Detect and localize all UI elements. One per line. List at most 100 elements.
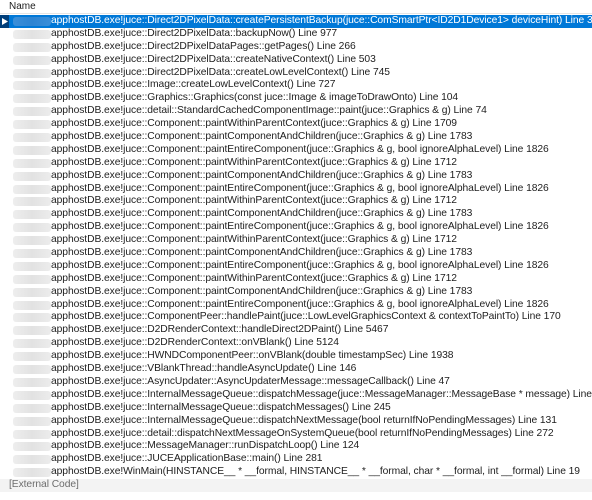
frame-text: apphostDB.exe!juce::Component::paintEnti… [51, 298, 549, 310]
frame-marker-gutter [0, 195, 9, 208]
call-stack-frame[interactable]: apphostDB.exe!juce::VBlankThread::handle… [0, 363, 592, 376]
redacted-module-path [13, 326, 51, 336]
frame-marker-gutter [0, 234, 9, 247]
frame-text: apphostDB.exe!juce::JUCEApplicationBase:… [51, 453, 323, 465]
call-stack-frame[interactable]: apphostDB.exe!juce::Component::paintComp… [0, 170, 592, 183]
current-frame-arrow-icon [0, 15, 9, 28]
frame-marker-gutter [0, 363, 9, 376]
frame-text: apphostDB.exe!juce::D2DRenderContext::ha… [51, 324, 389, 336]
call-stack-frame[interactable]: apphostDB.exe!juce::Component::paintWith… [0, 273, 592, 286]
call-stack-frame[interactable]: apphostDB.exe!juce::Direct2DPixelData::c… [0, 67, 592, 80]
call-stack-frame[interactable]: apphostDB.exe!juce::detail::dispatchNext… [0, 428, 592, 441]
call-stack-frame[interactable]: apphostDB.exe!juce::Direct2DPixelDataPag… [0, 41, 592, 54]
call-stack-frame[interactable]: apphostDB.exe!juce::ComponentPeer::handl… [0, 311, 592, 324]
frame-marker-gutter [0, 131, 9, 144]
frame-text: apphostDB.exe!juce::Component::paintEnti… [51, 182, 549, 194]
call-stack-frame[interactable]: apphostDB.exe!juce::Component::paintComp… [0, 131, 592, 144]
frame-marker-gutter [0, 273, 9, 286]
call-stack-frame[interactable]: apphostDB.exe!juce::Direct2DPixelData::c… [0, 54, 592, 67]
frame-marker-gutter [0, 350, 9, 363]
frame-text: apphostDB.exe!juce::Direct2DPixelData::c… [51, 53, 376, 65]
frame-marker-gutter [0, 389, 9, 402]
frame-marker-gutter [0, 92, 9, 105]
frame-marker-gutter [0, 247, 9, 260]
redacted-module-path [13, 442, 51, 452]
frame-marker-gutter [0, 157, 9, 170]
call-stack-frame[interactable]: apphostDB.exe!juce::MessageManager::runD… [0, 440, 592, 453]
call-stack-frame[interactable]: apphostDB.exe!juce::Component::paintEnti… [0, 299, 592, 312]
frame-text: apphostDB.exe!juce::Direct2DPixelDataPag… [51, 40, 356, 52]
frame-marker-gutter [0, 402, 9, 415]
external-code-frame[interactable]: [External Code] [0, 479, 592, 492]
call-stack-frame[interactable]: apphostDB.exe!juce::Component::paintEnti… [0, 144, 592, 157]
frame-text: apphostDB.exe!juce::InternalMessageQueue… [51, 414, 557, 426]
external-code-label: [External Code] [9, 479, 79, 491]
redacted-module-path [13, 81, 51, 91]
frame-marker-gutter [0, 183, 9, 196]
call-stack-frame[interactable]: apphostDB.exe!juce::Component::paintEnti… [0, 221, 592, 234]
frame-text: apphostDB.exe!juce::Component::paintWith… [51, 234, 457, 246]
call-stack-frame[interactable]: apphostDB.exe!juce::detail::StandardCach… [0, 105, 592, 118]
call-stack-frame[interactable]: apphostDB.exe!juce::InternalMessageQueue… [0, 402, 592, 415]
call-stack-frame[interactable]: apphostDB.exe!juce::InternalMessageQueue… [0, 415, 592, 428]
redacted-module-path [13, 313, 51, 323]
call-stack-frame[interactable]: apphostDB.exe!juce::JUCEApplicationBase:… [0, 453, 592, 466]
frame-text: apphostDB.exe!juce::Component::paintComp… [51, 285, 473, 297]
call-stack-frame[interactable]: apphostDB.exe!juce::Component::paintWith… [0, 157, 592, 170]
frame-text: apphostDB.exe!juce::Component::paintWith… [51, 118, 457, 130]
call-stack-list: apphostDB.exe!juce::Direct2DPixelData::c… [0, 15, 592, 492]
call-stack-frame[interactable]: apphostDB.exe!juce::AsyncUpdater::AsyncU… [0, 376, 592, 389]
frame-marker-gutter [0, 466, 9, 479]
call-stack-frame[interactable]: apphostDB.exe!WinMain(HINSTANCE__ * __fo… [0, 466, 592, 479]
redacted-module-path [13, 287, 51, 297]
frame-text: apphostDB.exe!juce::Direct2DPixelData::c… [51, 15, 592, 26]
call-stack-frame[interactable]: apphostDB.exe!juce::Component::paintEnti… [0, 260, 592, 273]
call-stack-frame[interactable]: apphostDB.exe!juce::Image::createLowLeve… [0, 79, 592, 92]
redacted-module-path [13, 300, 51, 310]
frame-text: apphostDB.exe!juce::Component::paintWith… [51, 195, 457, 207]
frame-marker-gutter [0, 337, 9, 350]
call-stack-frame[interactable]: apphostDB.exe!juce::Component::paintComp… [0, 208, 592, 221]
call-stack-frame[interactable]: apphostDB.exe!juce::D2DRenderContext::on… [0, 337, 592, 350]
call-stack-frame[interactable]: apphostDB.exe!juce::Component::paintWith… [0, 234, 592, 247]
call-stack-frame[interactable]: apphostDB.exe!juce::HWNDComponentPeer::o… [0, 350, 592, 363]
frame-marker-gutter [0, 440, 9, 453]
call-stack-frame[interactable]: apphostDB.exe!juce::Direct2DPixelData::b… [0, 28, 592, 41]
call-stack-frame[interactable]: apphostDB.exe!juce::Component::paintComp… [0, 247, 592, 260]
frame-text: apphostDB.exe!juce::MessageManager::runD… [51, 440, 360, 452]
call-stack-frame[interactable]: apphostDB.exe!juce::Component::paintWith… [0, 195, 592, 208]
frame-marker-gutter [0, 415, 9, 428]
redacted-module-path [13, 339, 51, 349]
call-stack-frame[interactable]: apphostDB.exe!juce::Component::paintComp… [0, 286, 592, 299]
redacted-module-path [13, 133, 51, 143]
frame-text: apphostDB.exe!WinMain(HINSTANCE__ * __fo… [51, 466, 580, 478]
frame-text: apphostDB.exe!juce::D2DRenderContext::on… [51, 337, 339, 349]
call-stack-frame[interactable]: apphostDB.exe!juce::Component::paintEnti… [0, 183, 592, 196]
redacted-module-path [13, 261, 51, 271]
call-stack-frame[interactable]: apphostDB.exe!juce::Graphics::Graphics(c… [0, 92, 592, 105]
frame-marker-gutter [0, 311, 9, 324]
redacted-module-path [13, 416, 51, 426]
redacted-module-path [13, 365, 51, 375]
redacted-module-path [13, 377, 51, 387]
call-stack-frame[interactable]: apphostDB.exe!juce::D2DRenderContext::ha… [0, 324, 592, 337]
frame-marker-gutter [0, 286, 9, 299]
frame-text: apphostDB.exe!juce::AsyncUpdater::AsyncU… [51, 375, 450, 387]
name-column-header[interactable]: Name [9, 0, 36, 13]
frame-text: apphostDB.exe!juce::ComponentPeer::handl… [51, 311, 561, 323]
frame-text: apphostDB.exe!juce::InternalMessageQueue… [51, 388, 592, 400]
frame-marker-gutter [0, 208, 9, 221]
frame-marker-gutter [0, 260, 9, 273]
call-stack-frame-current[interactable]: apphostDB.exe!juce::Direct2DPixelData::c… [0, 15, 592, 28]
frame-marker-gutter [0, 221, 9, 234]
redacted-module-path [13, 352, 51, 362]
call-stack-frame[interactable]: apphostDB.exe!juce::Component::paintWith… [0, 118, 592, 131]
column-header[interactable]: Name [0, 0, 592, 14]
call-stack-frame[interactable]: apphostDB.exe!juce::InternalMessageQueue… [0, 389, 592, 402]
frame-text: apphostDB.exe!juce::Component::paintComp… [51, 247, 473, 259]
frame-marker-gutter [0, 170, 9, 183]
frame-marker-gutter [0, 453, 9, 466]
frame-text: apphostDB.exe!juce::Component::paintComp… [51, 131, 473, 143]
redacted-module-path [13, 171, 51, 181]
frame-text: apphostDB.exe!juce::Component::paintWith… [51, 272, 457, 284]
